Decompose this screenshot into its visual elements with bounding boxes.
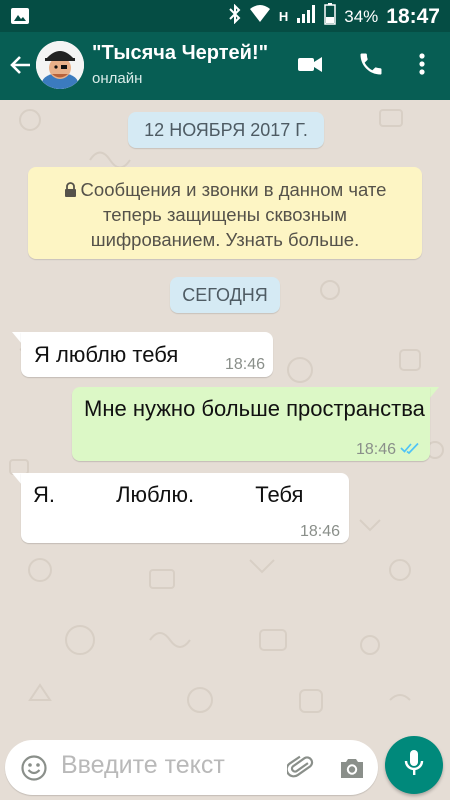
- paperclip-icon[interactable]: [285, 754, 315, 787]
- message-text: Я. Люблю. Тебя: [33, 482, 304, 507]
- more-vert-icon[interactable]: [416, 50, 428, 83]
- gallery-notification-icon: [10, 6, 30, 31]
- composer-bar: Введите текст: [0, 720, 450, 800]
- clock: 18:47: [386, 4, 440, 28]
- mic-icon: [403, 748, 425, 783]
- encryption-notice[interactable]: Сообщения и звонки в данном чате теперь …: [28, 167, 422, 259]
- network-type: H: [278, 9, 289, 24]
- battery-icon: [324, 3, 336, 30]
- message-placeholder[interactable]: Введите текст: [61, 751, 225, 780]
- lock-icon: [64, 178, 77, 197]
- wifi-icon: [249, 5, 271, 28]
- mic-button[interactable]: [385, 736, 443, 794]
- message-outgoing[interactable]: Мне нужно больше пространства 18:46: [72, 387, 430, 461]
- read-receipt-icon: [400, 435, 420, 464]
- chat-header: "Тысяча Чертей!" онлайн: [0, 32, 450, 100]
- message-incoming[interactable]: Я люблю тебя 18:46: [21, 332, 273, 377]
- signal-icon: [296, 4, 316, 29]
- message-incoming[interactable]: Я. Люблю. Тебя 18:46: [21, 473, 349, 543]
- chat-title[interactable]: "Тысяча Чертей!": [92, 42, 268, 65]
- message-time: 18:46: [224, 356, 265, 373]
- status-bar: H 34% 18:47: [0, 0, 450, 32]
- message-input[interactable]: Введите текст: [5, 740, 378, 795]
- bluetooth-icon: [229, 3, 241, 29]
- battery-level: 34%: [344, 6, 379, 26]
- message-time: 18:46: [299, 523, 340, 540]
- avatar[interactable]: [36, 41, 84, 89]
- message-time: 18:46: [355, 441, 396, 458]
- message-text: Мне нужно больше пространства: [84, 396, 425, 421]
- message-text: Я люблю тебя: [34, 342, 179, 367]
- video-call-icon[interactable]: [296, 50, 324, 83]
- date-divider: 12 НОЯБРЯ 2017 Г.: [128, 112, 324, 148]
- today-divider: СЕГОДНЯ: [170, 277, 280, 313]
- camera-icon[interactable]: [338, 755, 366, 786]
- chat-area[interactable]: 12 НОЯБРЯ 2017 Г. Сообщения и звонки в д…: [0, 100, 450, 720]
- phone-icon[interactable]: [357, 50, 385, 83]
- back-arrow-icon[interactable]: [8, 52, 34, 78]
- online-status: онлайн: [92, 70, 143, 87]
- bubble-tail: [429, 387, 439, 399]
- emoji-icon[interactable]: [20, 754, 48, 787]
- encryption-notice-text: Сообщения и звонки в данном чате теперь …: [80, 179, 387, 250]
